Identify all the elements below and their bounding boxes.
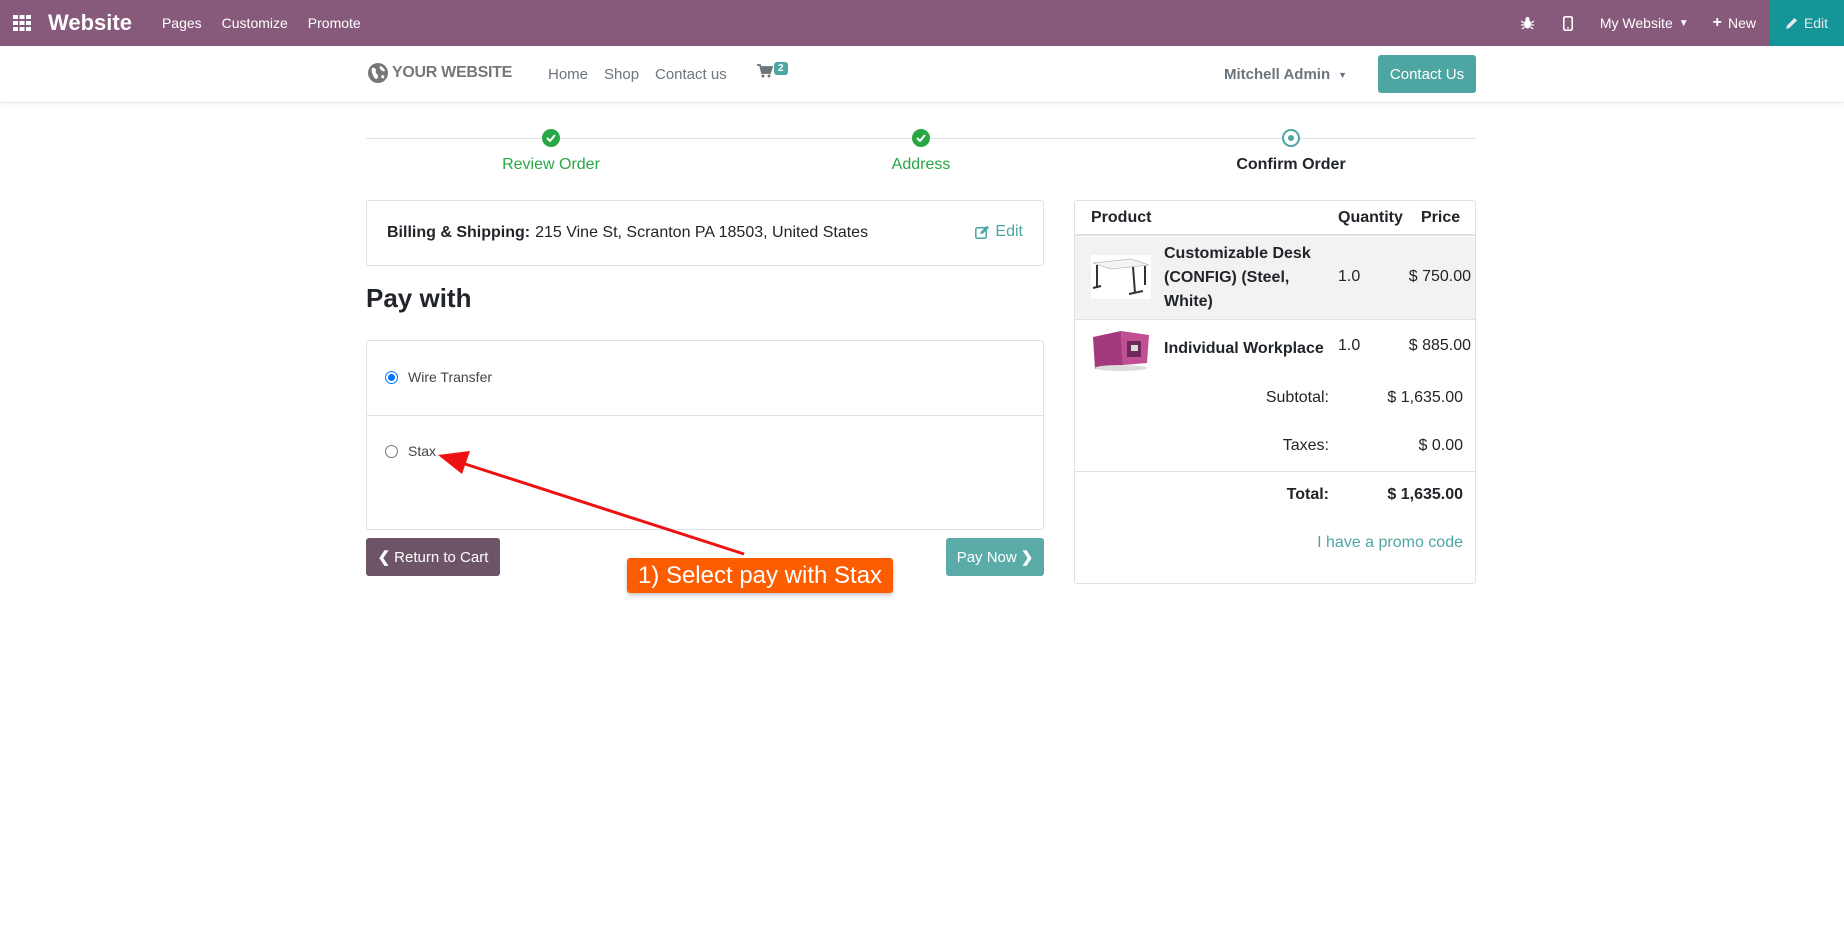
step-label: Confirm Order: [1236, 156, 1346, 173]
edit-label: Edit: [1803, 15, 1829, 31]
check-icon: [912, 129, 930, 147]
billing-address: 215 Vine St, Scranton PA 18503, United S…: [535, 224, 869, 241]
payment-option-label: Wire Transfer: [408, 369, 493, 385]
apps-menu-icon[interactable]: [0, 0, 44, 46]
nav-contact-us[interactable]: Contact us: [655, 66, 727, 83]
product-price: $ 750.00: [1408, 268, 1471, 285]
logo-text: YOUR WEBSITE: [392, 64, 512, 81]
step-review-order[interactable]: Review Order: [451, 129, 651, 174]
order-summary: Product Quantity Price Customizable Desk…: [1074, 200, 1476, 584]
edit-icon: [975, 225, 990, 239]
return-to-cart-button[interactable]: ❮ Return to Cart: [366, 538, 500, 576]
check-icon: [542, 129, 560, 147]
my-website-label: My Website: [1599, 15, 1673, 31]
cart-link[interactable]: 2: [757, 62, 788, 78]
summary-header: Product Quantity Price: [1075, 201, 1475, 236]
step-confirm-order: Confirm Order: [1191, 129, 1391, 174]
radio-wire-transfer[interactable]: [385, 370, 398, 384]
globe-icon: [368, 63, 388, 83]
caret-down-icon: ▼: [1338, 69, 1348, 80]
summary-row: Individual Workplace 1.0 $ 885.00: [1075, 321, 1475, 379]
menu-promote[interactable]: Promote: [308, 15, 361, 31]
payment-option-stax[interactable]: Stax: [367, 443, 1043, 459]
shopping-cart-icon: [757, 64, 773, 78]
divider: [1075, 471, 1475, 472]
pay-now-button[interactable]: Pay Now ❯: [946, 538, 1044, 576]
website-header: YOUR WEBSITE Home Shop Contact us 2 Mitc…: [0, 46, 1844, 103]
debug-bug-icon[interactable]: [1508, 0, 1548, 46]
total-value: $ 1,635.00: [1387, 486, 1463, 503]
product-qty: 1.0: [1338, 337, 1361, 354]
menu-customize[interactable]: Customize: [222, 15, 288, 31]
product-name: Customizable Desk (CONFIG) (Steel, White…: [1164, 245, 1311, 310]
step-label: Address: [891, 156, 951, 173]
promo-code-link[interactable]: I have a promo code: [1317, 534, 1463, 552]
caret-down-icon: ▼: [1678, 17, 1689, 29]
plus-icon: +: [1712, 14, 1722, 31]
mobile-preview-icon[interactable]: [1548, 0, 1588, 46]
payment-option-label: Stax: [408, 443, 437, 459]
current-step-icon: [1282, 129, 1300, 147]
my-website-dropdown[interactable]: My Website ▼: [1600, 15, 1689, 31]
total-label: Total:: [1286, 486, 1329, 503]
subtotal-label: Subtotal:: [1265, 389, 1329, 406]
product-price: $ 885.00: [1408, 337, 1471, 354]
return-label: Return to Cart: [394, 548, 489, 566]
menu-pages[interactable]: Pages: [162, 15, 202, 31]
step-address[interactable]: Address: [821, 129, 1021, 174]
site-logo[interactable]: YOUR WEBSITE: [367, 62, 512, 84]
edit-label: Edit: [995, 223, 1023, 240]
user-menu[interactable]: Mitchell Admin ▼: [1224, 66, 1347, 83]
taxes-value: $ 0.00: [1418, 437, 1463, 454]
step-label: Review Order: [502, 156, 600, 173]
product-name: Individual Workplace: [1164, 340, 1324, 357]
subtotal-value: $ 1,635.00: [1387, 389, 1463, 406]
divider: [367, 415, 1043, 416]
payment-option-wire-transfer[interactable]: Wire Transfer: [367, 369, 1043, 385]
user-name: Mitchell Admin: [1224, 66, 1331, 83]
col-price: Price: [1421, 209, 1461, 226]
radio-stax[interactable]: [385, 444, 398, 458]
pay-with-heading: Pay with: [366, 283, 472, 313]
product-qty: 1.0: [1338, 268, 1361, 285]
billing-label: Billing & Shipping:: [387, 224, 531, 241]
admin-navbar: Website Pages Customize Promote My Websi…: [0, 0, 1844, 46]
new-button[interactable]: + New: [1713, 14, 1756, 32]
nav-shop[interactable]: Shop: [604, 66, 639, 83]
taxes-label: Taxes:: [1282, 437, 1329, 454]
workplace-product-image: [1091, 327, 1151, 371]
billing-shipping-card: Billing & Shipping: 215 Vine St, Scranto…: [366, 200, 1044, 266]
chevron-right-icon: ❯: [1020, 549, 1034, 566]
chevron-left-icon: ❮: [377, 549, 391, 566]
desk-product-image: [1091, 255, 1151, 299]
pay-now-label: Pay Now: [956, 548, 1017, 566]
app-brand[interactable]: Website: [48, 10, 132, 36]
cart-count-badge: 2: [774, 62, 788, 75]
col-quantity: Quantity: [1338, 209, 1403, 226]
col-product: Product: [1091, 209, 1152, 226]
pencil-icon: [1785, 18, 1797, 29]
nav-home[interactable]: Home: [548, 66, 588, 83]
edit-address-link[interactable]: Edit: [975, 223, 1023, 241]
summary-row: Customizable Desk (CONFIG) (Steel, White…: [1075, 237, 1475, 320]
edit-button[interactable]: Edit: [1770, 0, 1844, 46]
new-label: New: [1727, 15, 1756, 31]
annotation-callout: 1) Select pay with Stax: [627, 558, 893, 593]
payment-methods-card: Wire Transfer Stax: [366, 340, 1044, 530]
contact-us-button[interactable]: Contact Us: [1378, 55, 1476, 93]
